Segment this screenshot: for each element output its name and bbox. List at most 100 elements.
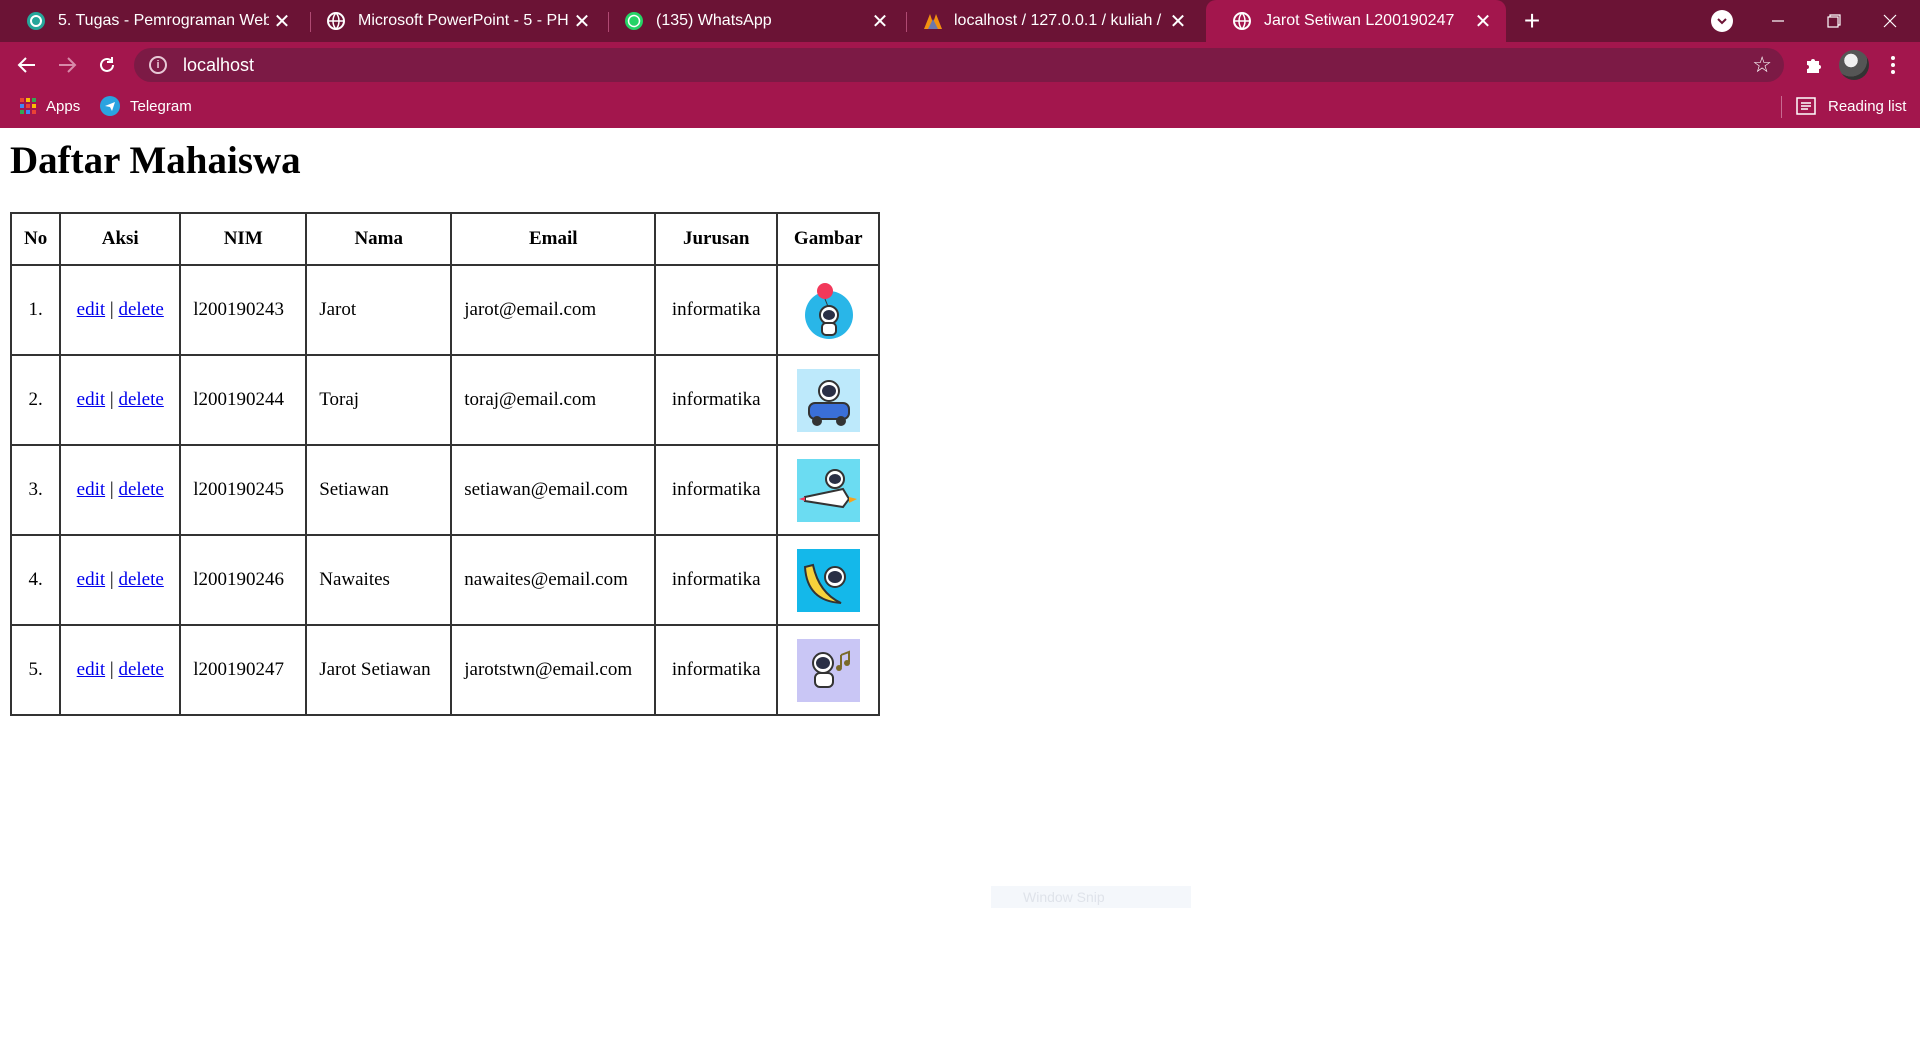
delete-link[interactable]: delete (118, 299, 163, 320)
restore-button[interactable] (1806, 0, 1862, 42)
delete-link[interactable]: delete (118, 479, 163, 500)
cell-nim: l200190247 (179, 624, 308, 716)
astronaut-banana-icon (796, 548, 860, 612)
cell-gambar (776, 624, 881, 716)
cell-email: jarot@email.com (450, 264, 657, 356)
tab-title: localhost / 127.0.0.1 / kuliah / ma (954, 12, 1165, 29)
header-nama: Nama (305, 212, 453, 266)
tab-phpmyadmin[interactable]: localhost / 127.0.0.1 / kuliah / ma ✕ (896, 0, 1201, 42)
close-tab-icon[interactable]: ✕ (1165, 8, 1191, 34)
cell-nim: l200190244 (179, 354, 308, 446)
delete-link[interactable]: delete (118, 659, 163, 680)
close-tab-icon[interactable]: ✕ (269, 8, 295, 34)
close-tab-icon[interactable]: ✕ (867, 8, 893, 34)
students-table: No Aksi NIM Nama Email Jurusan Gambar 1.… (9, 212, 881, 716)
cell-aksi: edit | delete (59, 354, 182, 446)
delete-link[interactable]: delete (118, 389, 163, 410)
cell-gambar (776, 354, 881, 446)
new-tab-button[interactable]: + (1517, 5, 1547, 36)
cell-no: 2. (9, 354, 62, 446)
bookmark-label: Apps (46, 97, 81, 115)
cell-no: 4. (9, 534, 62, 626)
arrow-right-icon (59, 57, 77, 73)
whatsapp-icon (624, 11, 644, 31)
apps-grid-icon (20, 98, 36, 114)
minimize-button[interactable] (1750, 0, 1806, 42)
page-title: Daftar Mahaiswa (10, 139, 301, 182)
cell-nim: l200190246 (179, 534, 308, 626)
kebab-menu-icon (1891, 56, 1895, 74)
tab-title: Jarot Setiwan L200190247 (1264, 12, 1455, 29)
cell-aksi: edit | delete (59, 534, 182, 626)
cell-nim: l200190245 (179, 444, 308, 536)
link-separator: | (109, 659, 114, 680)
tab-title: 5. Tugas - Pemrograman Web Di (58, 12, 269, 29)
forward-button[interactable] (52, 50, 82, 80)
table-row: 3. edit | delete l200190245 Setiawan set… (9, 444, 881, 536)
link-separator: | (109, 479, 114, 500)
globe-icon (1232, 11, 1252, 31)
bookmark-apps[interactable]: Apps (20, 88, 80, 124)
arrow-left-icon (17, 57, 35, 73)
extensions-button[interactable] (1801, 52, 1827, 78)
close-tab-icon[interactable]: ✕ (1470, 8, 1496, 34)
edit-link[interactable]: edit (77, 389, 106, 410)
cell-aksi: edit | delete (59, 264, 182, 356)
profile-avatar[interactable] (1839, 50, 1869, 80)
tab-title: (135) WhatsApp (656, 12, 772, 29)
cell-no: 3. (9, 444, 62, 536)
header-email: Email (450, 212, 657, 266)
address-url[interactable]: localhost (183, 55, 254, 76)
browser-toolbar: i localhost ☆ (0, 42, 1920, 88)
header-jurusan: Jurusan (654, 212, 779, 266)
astronaut-rocket-icon (796, 458, 860, 522)
cell-nama: Jarot Setiawan (305, 624, 453, 716)
tab-search-button[interactable] (1711, 10, 1733, 32)
table-row: 5. edit | delete l200190247 Jarot Setiaw… (9, 624, 881, 716)
cell-nama: Toraj (305, 354, 453, 446)
edit-link[interactable]: edit (77, 659, 106, 680)
cell-aksi: edit | delete (59, 444, 182, 536)
cell-nama: Setiawan (305, 444, 453, 536)
delete-link[interactable]: delete (118, 569, 163, 590)
close-tab-icon[interactable]: ✕ (569, 8, 595, 34)
tab-whatsapp[interactable]: (135) WhatsApp ✕ (598, 0, 903, 42)
address-bar[interactable]: i localhost ☆ (134, 48, 1784, 82)
reading-list-button[interactable]: Reading list (1796, 88, 1906, 124)
close-window-button[interactable] (1862, 0, 1918, 42)
cell-jurusan: informatika (654, 624, 779, 716)
edit-link[interactable]: edit (77, 479, 106, 500)
window-snip-overlay: Window Snip (991, 886, 1191, 908)
table-row: 2. edit | delete l200190244 Toraj toraj@… (9, 354, 881, 446)
astronaut-car-icon (796, 368, 860, 432)
tab-classroom[interactable]: 5. Tugas - Pemrograman Web Di ✕ (0, 0, 305, 42)
page-content: Daftar Mahaiswa No Aksi NIM Nama Email J… (0, 128, 1920, 1042)
cell-nama: Nawaites (305, 534, 453, 626)
header-aksi: Aksi (59, 212, 182, 266)
tab-powerpoint[interactable]: Microsoft PowerPoint - 5 - PHP - ✕ (300, 0, 605, 42)
site-info-icon[interactable]: i (149, 56, 167, 74)
edit-link[interactable]: edit (77, 569, 106, 590)
cell-nim: l200190243 (179, 264, 308, 356)
telegram-icon (100, 96, 120, 116)
cell-aksi: edit | delete (59, 624, 182, 716)
reading-list-icon (1796, 97, 1816, 115)
tab-strip: 5. Tugas - Pemrograman Web Di ✕ Microsof… (0, 0, 1920, 42)
bookmark-star-icon[interactable]: ☆ (1752, 52, 1772, 78)
tab-active-jarot[interactable]: Jarot Setiwan L200190247 ✕ (1206, 0, 1506, 42)
cell-jurusan: informatika (654, 264, 779, 356)
reload-button[interactable] (92, 50, 122, 80)
phpmyadmin-icon (922, 11, 942, 31)
back-button[interactable] (12, 50, 42, 80)
classroom-icon (26, 11, 46, 31)
bookmarks-bar: Apps Telegram Reading list (0, 88, 1920, 128)
menu-button[interactable] (1880, 50, 1906, 80)
table-row: 4. edit | delete l200190246 Nawaites naw… (9, 534, 881, 626)
edit-link[interactable]: edit (77, 299, 106, 320)
header-nim: NIM (179, 212, 308, 266)
bookmark-telegram[interactable]: Telegram (100, 88, 192, 124)
header-no: No (9, 212, 62, 266)
bookmarks-separator (1781, 96, 1782, 118)
bookmark-label: Telegram (130, 97, 192, 115)
header-gambar: Gambar (776, 212, 881, 266)
